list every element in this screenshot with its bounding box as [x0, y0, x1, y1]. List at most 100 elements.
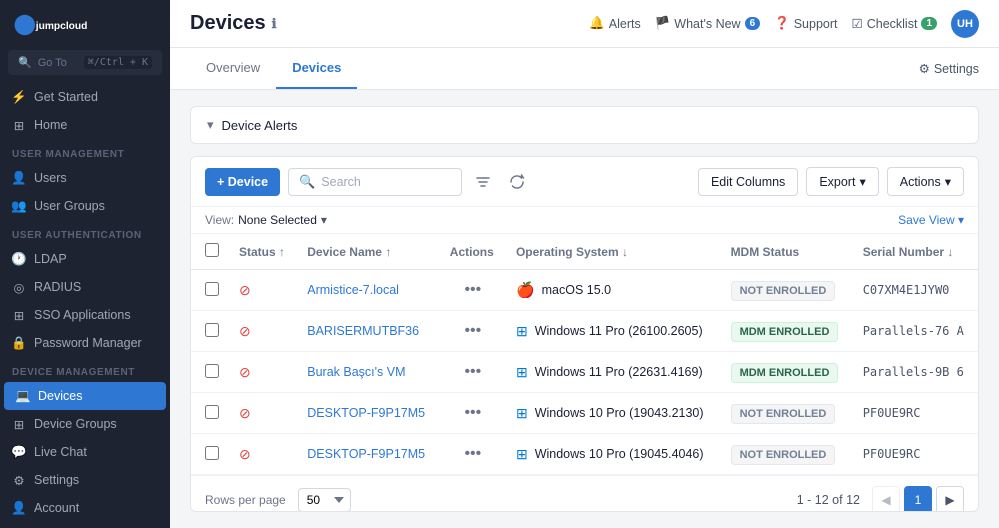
select-all-checkbox[interactable]	[205, 243, 219, 257]
checklist-icon: ☑	[852, 16, 863, 31]
lock-icon: 🔒	[12, 336, 26, 350]
filter-button[interactable]	[470, 169, 496, 195]
row-actions-cell[interactable]: •••	[440, 270, 506, 311]
windows-icon: ⊞	[516, 364, 528, 381]
row-actions-cell[interactable]: •••	[440, 311, 506, 352]
row-checkbox[interactable]	[205, 405, 219, 419]
serial-number-cell: Parallels-9B 6	[853, 352, 978, 393]
os-label: macOS 15.0	[542, 283, 611, 297]
device-link[interactable]: BARISERMUTBF36	[307, 324, 419, 338]
sort-icon: ↓	[947, 245, 953, 259]
row-checkbox[interactable]	[205, 323, 219, 337]
row-checkbox-cell[interactable]	[191, 352, 229, 393]
sidebar-item-home[interactable]: ⊞ Home	[0, 111, 170, 139]
device-name-cell[interactable]: DESKTOP-F9P17M5	[297, 434, 440, 475]
alerts-button[interactable]: 🔔 Alerts	[589, 16, 641, 31]
edit-columns-button[interactable]: Edit Columns	[698, 168, 798, 196]
col-checkbox[interactable]	[191, 234, 229, 270]
os-label: Windows 10 Pro (19045.4046)	[535, 447, 704, 461]
prev-page-button[interactable]: ◀	[872, 486, 900, 512]
device-name-cell[interactable]: Burak Başcı's VM	[297, 352, 440, 393]
sidebar-item-user-groups[interactable]: 👥 User Groups	[0, 192, 170, 220]
row-actions-button[interactable]: •••	[458, 279, 487, 301]
device-link[interactable]: Armistice-7.local	[307, 283, 399, 297]
device-name-cell[interactable]: BARISERMUTBF36	[297, 311, 440, 352]
row-checkbox[interactable]	[205, 282, 219, 296]
actions-button[interactable]: Actions ▾	[887, 167, 964, 196]
next-page-button[interactable]: ▶	[936, 486, 964, 512]
status-cell: ⊘	[229, 434, 297, 475]
status-cell: ⊘	[229, 311, 297, 352]
col-os[interactable]: Operating System ↓	[506, 234, 721, 270]
sidebar-item-settings[interactable]: ⚙ Settings	[0, 466, 170, 494]
page-1-button[interactable]: 1	[904, 486, 932, 512]
sidebar-item-ldap[interactable]: 🕐 LDAP	[0, 245, 170, 273]
status-cell: ⊘	[229, 393, 297, 434]
row-actions-button[interactable]: •••	[458, 443, 487, 465]
device-groups-icon: ⊞	[12, 417, 26, 431]
row-actions-button[interactable]: •••	[458, 361, 487, 383]
export-button[interactable]: Export ▾	[806, 167, 878, 196]
serial-number: Parallels-9B 6	[863, 365, 964, 379]
device-link[interactable]: DESKTOP-F9P17M5	[307, 406, 425, 420]
sidebar-item-get-started[interactable]: ⚡ Get Started	[0, 83, 170, 111]
settings-link[interactable]: ⚙ Settings	[919, 61, 979, 76]
status-error-icon: ⊘	[239, 446, 251, 462]
row-checkbox-cell[interactable]	[191, 270, 229, 311]
sidebar-item-live-chat[interactable]: 💬 Live Chat	[0, 438, 170, 466]
checklist-badge: 1	[921, 17, 937, 30]
row-actions-cell[interactable]: •••	[440, 352, 506, 393]
serial-number-cell: C07XM4E1JYW0	[853, 270, 978, 311]
goto-search[interactable]: 🔍 Go To ⌘/Ctrl + K	[8, 50, 162, 75]
search-input[interactable]	[321, 175, 451, 189]
device-name-cell[interactable]: DESKTOP-F9P17M5	[297, 393, 440, 434]
table-row: ⊘ BARISERMUTBF36 ••• ⊞Windows 11 Pro (26…	[191, 311, 978, 352]
row-actions-button[interactable]: •••	[458, 320, 487, 342]
sso-icon: ⊞	[12, 308, 26, 322]
rows-per-page-select[interactable]: 50 10 25 100	[298, 488, 351, 512]
tab-devices[interactable]: Devices	[276, 48, 357, 89]
sidebar-item-password-manager[interactable]: 🔒 Password Manager	[0, 329, 170, 357]
col-serial[interactable]: Serial Number ↓	[853, 234, 978, 270]
row-checkbox-cell[interactable]	[191, 393, 229, 434]
info-icon[interactable]: ℹ	[272, 16, 277, 32]
row-checkbox[interactable]	[205, 446, 219, 460]
serial-number: PF0UE9RC	[863, 447, 921, 461]
row-actions-button[interactable]: •••	[458, 402, 487, 424]
search-box[interactable]: 🔍	[288, 168, 462, 196]
device-alerts-banner[interactable]: ▾ Device Alerts	[190, 106, 979, 144]
refresh-button[interactable]	[504, 169, 530, 195]
add-device-button[interactable]: + Device	[205, 168, 280, 196]
sidebar-item-users[interactable]: 👤 Users	[0, 164, 170, 192]
support-button[interactable]: ❓ Support	[774, 16, 837, 31]
sidebar-item-collapse[interactable]: ◀ Collapse Menu	[0, 522, 170, 528]
save-view-button[interactable]: Save View ▾	[898, 213, 964, 227]
checklist-button[interactable]: ☑ Checklist 1	[852, 16, 938, 31]
sidebar-item-device-groups[interactable]: ⊞ Device Groups	[0, 410, 170, 438]
row-checkbox-cell[interactable]	[191, 311, 229, 352]
tab-overview[interactable]: Overview	[190, 48, 276, 89]
device-link[interactable]: DESKTOP-F9P17M5	[307, 447, 425, 461]
user-icon: 👤	[12, 171, 26, 185]
os-cell: ⊞Windows 11 Pro (26100.2605)	[506, 311, 721, 352]
row-actions-cell[interactable]: •••	[440, 393, 506, 434]
table-footer: Rows per page 50 10 25 100 1 - 12 of 12 …	[191, 475, 978, 512]
row-checkbox-cell[interactable]	[191, 434, 229, 475]
windows-icon: ⊞	[516, 405, 528, 422]
ldap-icon: 🕐	[12, 252, 26, 266]
col-status[interactable]: Status ↑	[229, 234, 297, 270]
row-actions-cell[interactable]: •••	[440, 434, 506, 475]
row-checkbox[interactable]	[205, 364, 219, 378]
mdm-status-cell: NOT ENROLLED	[721, 434, 853, 475]
device-link[interactable]: Burak Başcı's VM	[307, 365, 405, 379]
sidebar-item-devices[interactable]: 💻 Devices	[4, 382, 166, 410]
chevron-down-icon: ▾	[321, 213, 327, 227]
sidebar-item-account[interactable]: 👤 Account	[0, 494, 170, 522]
sidebar-item-radius[interactable]: ◎ RADIUS	[0, 273, 170, 301]
whats-new-button[interactable]: 🏴 What's New 6	[655, 16, 760, 31]
view-selector[interactable]: View: None Selected ▾	[205, 213, 327, 227]
sidebar-item-sso[interactable]: ⊞ SSO Applications	[0, 301, 170, 329]
avatar[interactable]: UH	[951, 10, 979, 38]
col-device-name[interactable]: Device Name ↑	[297, 234, 440, 270]
device-name-cell[interactable]: Armistice-7.local	[297, 270, 440, 311]
